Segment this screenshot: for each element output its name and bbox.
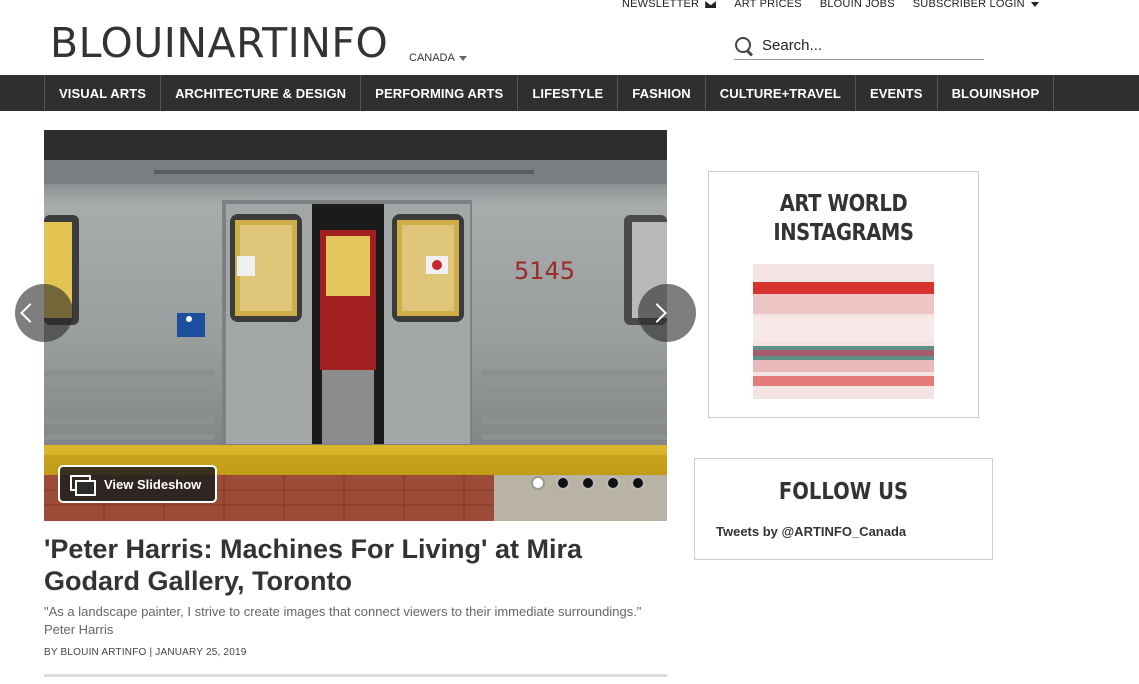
article-byline: BY BLOUIN ARTINFO | JANUARY 25, 2019 [44,647,247,658]
slider-prev-button[interactable] [15,284,73,342]
nav-item-performing-arts[interactable]: PERFORMING ARTS [361,75,519,111]
art-prices-link[interactable]: ART PRICES [734,0,802,10]
newsletter-link[interactable]: NEWSLETTER [622,0,717,10]
slideshow-icon [70,475,96,496]
utility-links: NEWSLETTER ART PRICES BLOUIN JOBS SUBSCR… [622,0,1039,12]
twitter-timeline-link[interactable]: Tweets by @ARTINFO_Canada [716,524,906,539]
divider [44,674,667,677]
caret-down-icon [458,55,467,61]
hero-image[interactable]: 5145 [44,130,667,521]
subway-painting: 5145 [44,130,667,521]
follow-us-widget: FOLLOW US Tweets by @ARTINFO_Canada [694,458,993,560]
edition-selector[interactable]: CANADA [409,52,467,64]
slider-dot[interactable] [631,476,645,490]
slider-dot[interactable] [531,476,545,490]
article-headline[interactable]: 'Peter Harris: Machines For Living' at M… [44,533,684,597]
slider-next-button[interactable] [638,284,696,342]
nav-item-fashion[interactable]: FASHION [618,75,706,111]
instagram-image[interactable] [753,264,934,399]
view-slideshow-button[interactable]: View Slideshow [58,465,217,503]
follow-us-title: FOLLOW US [778,479,909,505]
nav-item-culture-travel[interactable]: CULTURE+TRAVEL [706,75,856,111]
nav-item-lifestyle[interactable]: LIFESTYLE [518,75,619,111]
search-box [734,32,984,60]
slider-dots [531,476,645,490]
nav-item-visual-arts[interactable]: VISUAL ARTS [45,75,162,111]
search-input[interactable] [762,37,972,54]
chevron-left-icon [20,303,40,323]
slider-dot[interactable] [606,476,620,490]
instagram-widget: ART WORLD INSTAGRAMS [708,171,979,418]
train-number: 5145 [514,257,575,285]
chevron-right-icon [647,303,667,323]
site-logo[interactable]: BLOUINARTINFO [50,21,388,65]
caret-down-icon [1030,2,1039,7]
nav-item-blouinshop[interactable]: BLOUINSHOP [938,75,1055,111]
main-nav: VISUAL ARTS ARCHITECTURE & DESIGN PERFOR… [0,75,1139,111]
article-dek: "As a landscape painter, I strive to cre… [44,604,642,637]
nav-item-architecture-design[interactable]: ARCHITECTURE & DESIGN [161,75,362,111]
search-icon[interactable] [734,36,754,56]
subscriber-login-link[interactable]: SUBSCRIBER LOGIN [913,0,1039,10]
slider-dot[interactable] [556,476,570,490]
slider-dot[interactable] [581,476,595,490]
blouin-jobs-link[interactable]: BLOUIN JOBS [820,0,895,10]
abstract-painting [753,264,934,399]
instagram-title: ART WORLD INSTAGRAMS [773,191,914,246]
envelope-icon [705,1,717,8]
nav-item-events[interactable]: EVENTS [856,75,938,111]
